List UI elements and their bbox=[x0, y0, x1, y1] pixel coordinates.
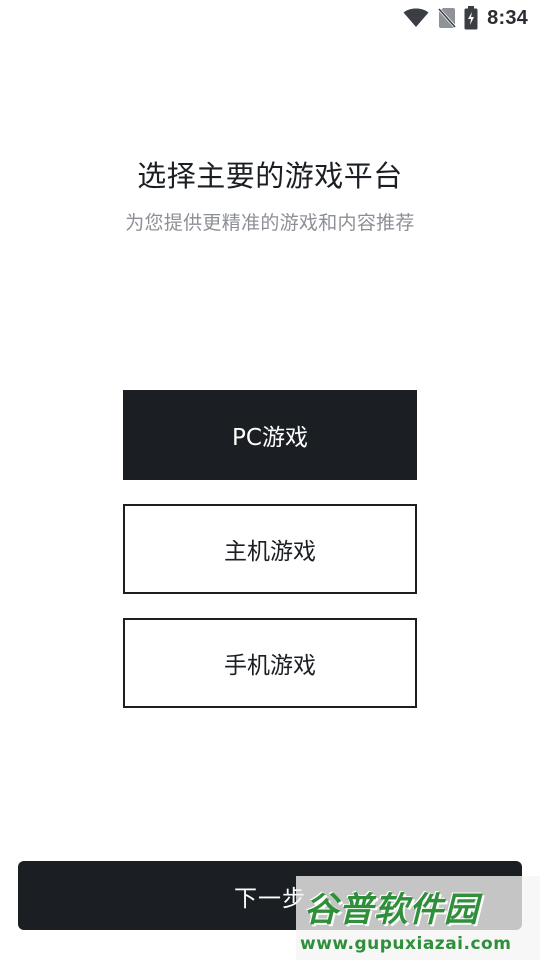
watermark: 谷普软件园 www.gupuxiazai.com bbox=[296, 876, 540, 960]
page-subtitle: 为您提供更精准的游戏和内容推荐 bbox=[125, 212, 415, 234]
option-pc-games[interactable]: PC游戏 bbox=[123, 390, 417, 480]
option-console-games[interactable]: 主机游戏 bbox=[123, 504, 417, 594]
option-mobile-games[interactable]: 手机游戏 bbox=[123, 618, 417, 708]
battery-charging-icon bbox=[464, 6, 478, 30]
option-label: PC游戏 bbox=[232, 425, 308, 451]
option-label: 手机游戏 bbox=[224, 653, 316, 679]
status-bar: 8:34 bbox=[0, 0, 540, 36]
watermark-url: www.gupuxiazai.com bbox=[300, 934, 512, 954]
page-title: 选择主要的游戏平台 bbox=[137, 159, 403, 193]
watermark-logo-text: 谷普软件园 bbox=[304, 890, 479, 930]
clock-time: 8:34 bbox=[487, 6, 528, 29]
option-label: 主机游戏 bbox=[224, 539, 316, 565]
wifi-icon bbox=[403, 8, 429, 28]
status-icons: 8:34 bbox=[403, 5, 528, 31]
no-sim-icon bbox=[438, 7, 457, 29]
